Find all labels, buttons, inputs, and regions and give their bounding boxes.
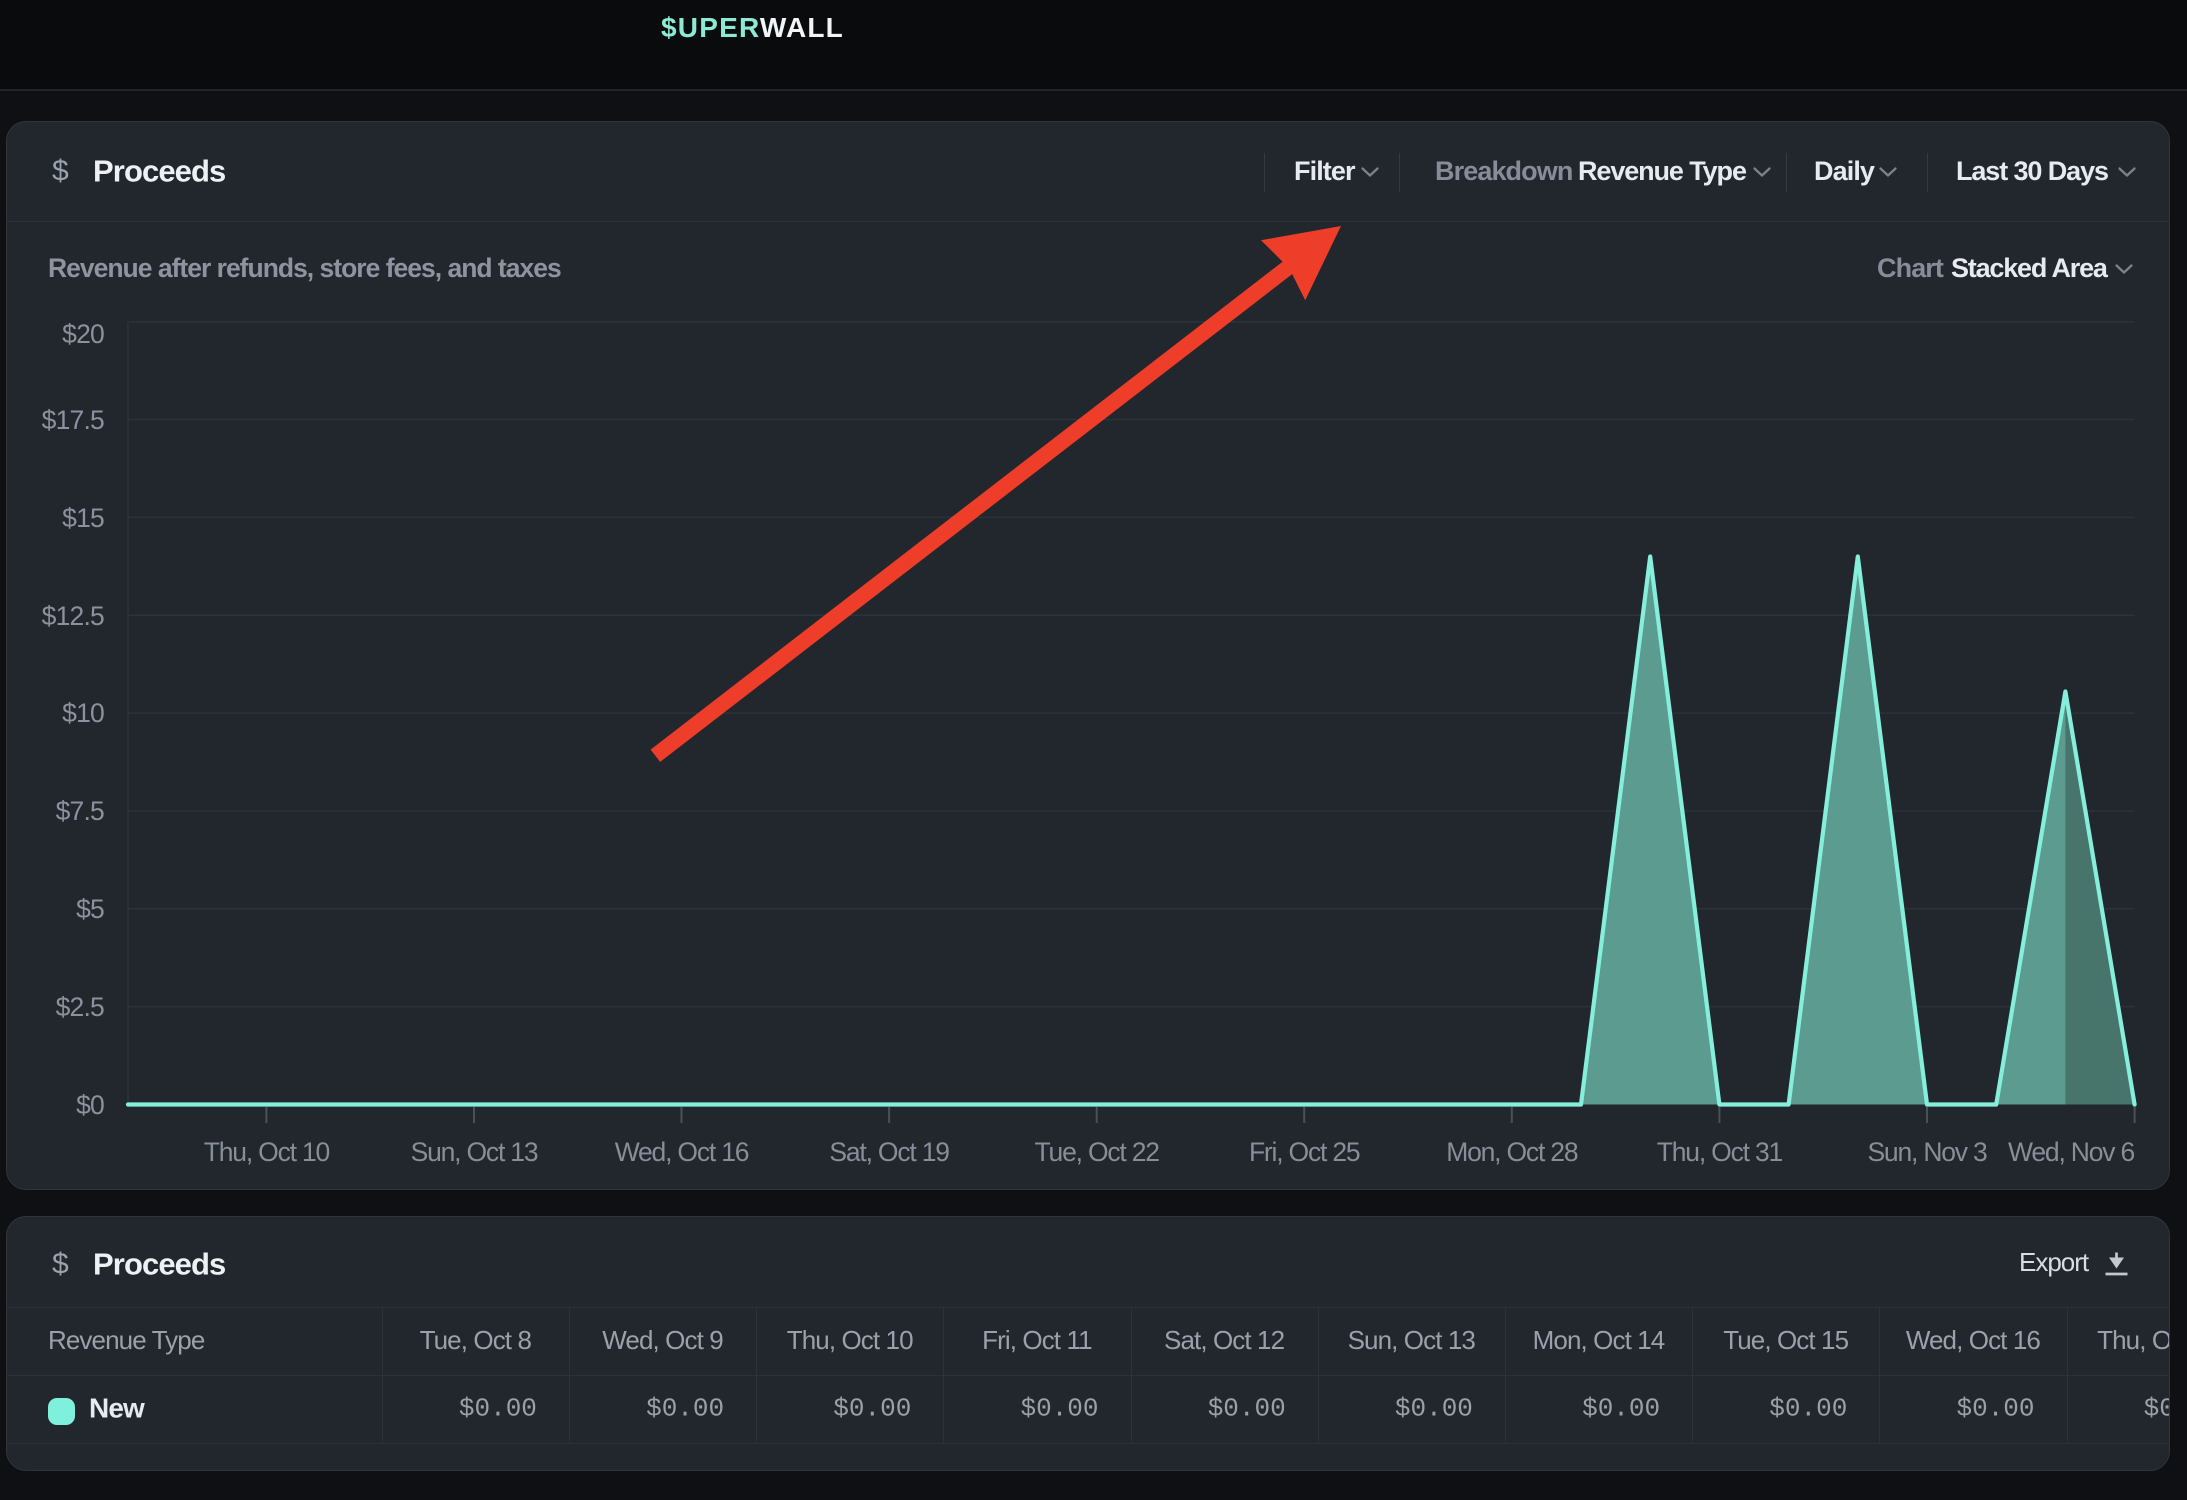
svg-text:$12.5: $12.5 bbox=[42, 601, 104, 631]
svg-text:Mon, Oct 28: Mon, Oct 28 bbox=[1446, 1137, 1578, 1167]
svg-text:Sun, Oct 13: Sun, Oct 13 bbox=[411, 1137, 538, 1167]
svg-text:$5: $5 bbox=[76, 894, 104, 924]
svg-text:Sun, Nov 3: Sun, Nov 3 bbox=[1867, 1137, 1987, 1167]
svg-text:$7.5: $7.5 bbox=[56, 796, 104, 826]
svg-text:Wed, Nov 6: Wed, Nov 6 bbox=[2008, 1137, 2134, 1167]
svg-text:Thu, Oct 10: Thu, Oct 10 bbox=[204, 1137, 330, 1167]
svg-text:$17.5: $17.5 bbox=[42, 405, 104, 435]
svg-text:Sat, Oct 19: Sat, Oct 19 bbox=[829, 1137, 949, 1167]
svg-text:Thu, Oct 31: Thu, Oct 31 bbox=[1657, 1137, 1783, 1167]
svg-text:Wed, Oct 16: Wed, Oct 16 bbox=[615, 1137, 749, 1167]
svg-text:$2.5: $2.5 bbox=[56, 992, 104, 1022]
svg-text:$20: $20 bbox=[62, 319, 104, 349]
svg-text:Tue, Oct 22: Tue, Oct 22 bbox=[1035, 1137, 1160, 1167]
svg-text:Fri, Oct 25: Fri, Oct 25 bbox=[1249, 1137, 1360, 1167]
svg-text:$0: $0 bbox=[76, 1090, 104, 1120]
svg-text:$10: $10 bbox=[62, 698, 104, 728]
svg-text:$15: $15 bbox=[62, 503, 104, 533]
